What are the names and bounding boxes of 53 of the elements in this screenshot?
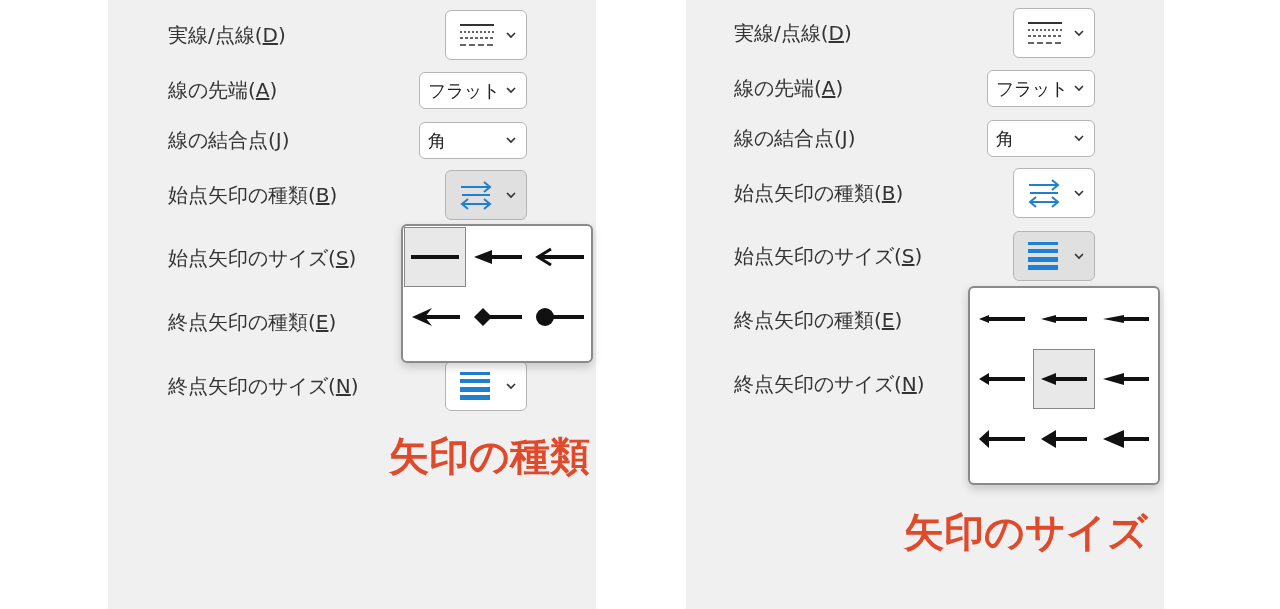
dropdown[interactable]: 角 [987,119,1095,157]
field-label: 線の先端(A) [168,77,278,104]
line-weight-icon [460,372,490,400]
field-label: 線の結合点(J) [168,127,290,154]
field-label: 終点矢印のサイズ(N) [734,371,925,398]
arrow-option[interactable] [404,227,466,287]
dropdown-button[interactable] [445,170,527,220]
arrow-icon [1039,429,1089,449]
line-icon [411,255,459,259]
chevron-down-icon [1074,134,1084,142]
field-label: 線の結合点(J) [734,125,856,152]
line-style-icon [1028,21,1062,45]
line-style-icon [460,23,494,47]
arrow-icon [472,247,522,267]
caption: 矢印のサイズ [903,510,1148,554]
chevron-down-icon [506,86,516,94]
chevron-down-icon [1074,252,1084,260]
dropdown-button[interactable] [1013,168,1095,218]
chevron-down-icon [506,382,516,390]
arrow-icon [977,429,1027,449]
dropdown-button[interactable] [445,10,527,60]
field-label: 終点矢印の種類(E) [734,307,903,334]
chevron-down-icon [506,31,516,39]
arrow-icon [410,307,460,327]
field-label: 始点矢印のサイズ(S) [734,243,923,270]
chevron-down-icon [506,136,516,144]
dropdown[interactable]: フラット [987,69,1095,107]
arrow-option[interactable] [1033,349,1095,409]
caption: 矢印の種類 [388,434,590,478]
chevron-down-icon [1074,29,1084,37]
field-label: 実線/点線(D) [734,20,852,47]
dropdown-button[interactable] [1013,231,1095,281]
dropdown-button[interactable] [445,361,527,411]
double-arrow-icon [460,180,492,210]
chevron-down-icon [506,191,516,199]
dropdown[interactable]: 角 [419,121,527,159]
dropdown[interactable]: フラット [419,71,527,109]
arrow-icon [534,247,584,267]
field-label: 実線/点線(D) [168,22,286,49]
line-weight-icon [1028,242,1058,270]
arrow-icon [1101,429,1151,449]
field-label: 終点矢印のサイズ(N) [168,373,359,400]
diamond-arrow-icon [472,307,522,327]
dropdown-button[interactable] [1013,8,1095,58]
field-label: 始点矢印のサイズ(S) [168,245,357,272]
circle-arrow-icon [534,307,584,327]
field-label: 始点矢印の種類(B) [734,180,904,207]
double-arrow-icon [1028,178,1060,208]
chevron-down-icon [1074,189,1084,197]
field-label: 線の先端(A) [734,75,844,102]
field-label: 始点矢印の種類(B) [168,182,338,209]
field-label: 終点矢印の種類(E) [168,309,337,336]
chevron-down-icon [1074,84,1084,92]
